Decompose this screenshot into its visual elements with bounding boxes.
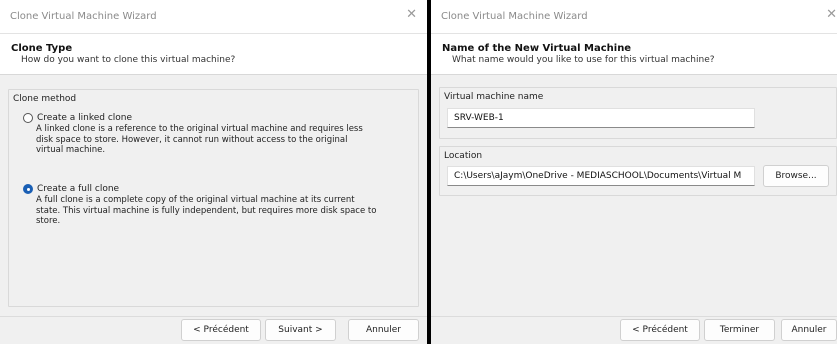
back-button[interactable]: < Précédent [620, 319, 700, 341]
radio-label: Create a linked clone [37, 113, 133, 123]
vm-name-dialog: Clone Virtual Machine Wizard ✕ Name of t… [431, 0, 837, 344]
back-button[interactable]: < Précédent [181, 319, 261, 341]
radio-linked-clone[interactable]: Create a linked clone [23, 113, 132, 123]
desc-line: store. [36, 216, 61, 226]
desc-line: state. This virtual machine is fully ind… [36, 205, 377, 216]
radio-button-unchecked[interactable] [23, 113, 33, 123]
vm-name-group: Virtual machine name SRV-WEB-1 [439, 87, 837, 139]
wizard-header: Clone Type How do you want to clone this… [0, 34, 427, 75]
radio-label: Create a full clone [37, 184, 120, 194]
window-title: Clone Virtual Machine Wizard [441, 11, 588, 22]
page-subtitle: What name would you like to use for this… [452, 55, 715, 65]
wizard-header: Name of the New Virtual Machine What nam… [431, 34, 837, 75]
finish-button[interactable]: Terminer [704, 319, 775, 341]
desc-line: virtual machine. [36, 145, 106, 155]
browse-button[interactable]: Browse... [763, 165, 829, 187]
location-label: Location [444, 151, 483, 161]
clone-type-dialog: Clone Virtual Machine Wizard ✕ Clone Typ… [0, 0, 427, 344]
footer-separator [0, 316, 427, 317]
close-icon[interactable]: ✕ [406, 8, 417, 22]
cancel-button[interactable]: Annuler [348, 319, 419, 341]
radio-button-checked[interactable] [23, 184, 33, 194]
desc-line: disk space to store. However, it cannot … [36, 134, 348, 145]
radio-full-clone[interactable]: Create a full clone [23, 184, 119, 194]
next-button[interactable]: Suivant > [265, 319, 336, 341]
close-icon[interactable]: ✕ [826, 8, 837, 22]
title-bar: Clone Virtual Machine Wizard ✕ [431, 0, 837, 34]
cancel-button[interactable]: Annuler [781, 319, 837, 341]
location-group: Location C:\Users\aJaym\OneDrive - MEDIA… [439, 146, 837, 196]
title-bar: Clone Virtual Machine Wizard ✕ [0, 0, 427, 34]
clone-method-group: Clone method Create a linked clone A lin… [8, 89, 419, 307]
page-title: Clone Type [11, 43, 73, 54]
vm-name-input[interactable]: SRV-WEB-1 [447, 108, 755, 128]
desc-line: A full clone is a complete copy of the o… [36, 195, 355, 205]
group-label: Clone method [13, 94, 77, 104]
window-title: Clone Virtual Machine Wizard [10, 11, 157, 22]
vm-name-label: Virtual machine name [444, 92, 544, 102]
page-subtitle: How do you want to clone this virtual ma… [21, 55, 236, 65]
location-input[interactable]: C:\Users\aJaym\OneDrive - MEDIASCHOOL\Do… [447, 166, 755, 186]
desc-line: A linked clone is a reference to the ori… [36, 124, 363, 134]
linked-clone-description: A linked clone is a reference to the ori… [36, 124, 411, 156]
full-clone-description: A full clone is a complete copy of the o… [36, 195, 411, 227]
page-title: Name of the New Virtual Machine [442, 43, 632, 54]
footer-separator [431, 316, 837, 317]
